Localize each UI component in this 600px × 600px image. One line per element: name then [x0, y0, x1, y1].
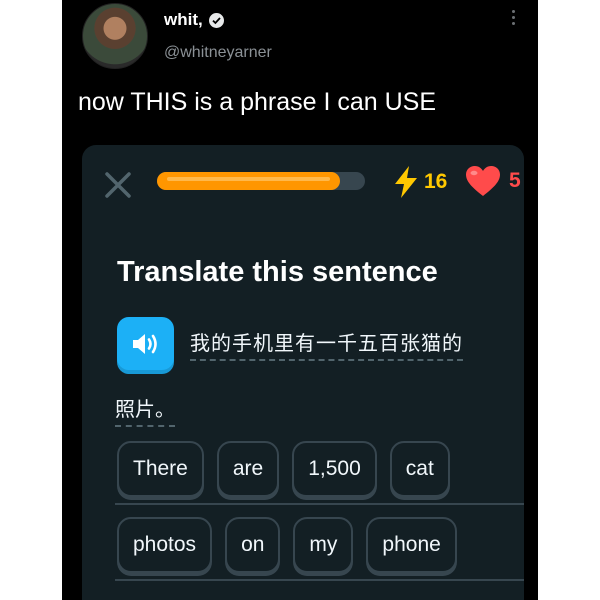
- word-chip[interactable]: phone: [366, 517, 457, 573]
- word-chip[interactable]: on: [225, 517, 281, 573]
- progress-bar-fill: [157, 172, 341, 190]
- user-handle[interactable]: @whitneyarner: [164, 44, 272, 62]
- streak-count: 16: [424, 170, 448, 193]
- heart-icon: [466, 166, 500, 196]
- word-chip[interactable]: 1,500: [292, 441, 377, 497]
- hearts-count: 5: [509, 169, 521, 192]
- answer-row-1: There are 1,500 cat: [115, 435, 524, 505]
- prompt-sentence-line1[interactable]: 我的手机里有一千五百张猫的: [190, 327, 463, 361]
- close-icon[interactable]: [100, 167, 136, 203]
- prompt-sentence-line2[interactable]: 照片。: [115, 393, 175, 427]
- word-chip[interactable]: are: [216, 441, 280, 497]
- word-chip[interactable]: photos: [117, 517, 213, 573]
- display-name[interactable]: whit,: [164, 10, 203, 30]
- word-chip[interactable]: cat: [389, 441, 450, 497]
- tweet-text: now THIS is a phrase I can USE: [78, 88, 437, 116]
- lightning-icon: [395, 166, 417, 198]
- streak-counter: 16: [392, 165, 447, 199]
- lesson-screenshot: 16 5 Translate this sentence 我的手机里有一千五百张…: [82, 145, 524, 600]
- more-options-icon[interactable]: [510, 10, 516, 25]
- answer-row-2: photos on my phone: [115, 511, 524, 581]
- verified-badge-icon: [208, 12, 224, 28]
- exercise-heading: Translate this sentence: [117, 256, 438, 288]
- word-chip[interactable]: my: [293, 517, 354, 573]
- speaker-icon: [132, 333, 157, 354]
- avatar[interactable]: [82, 3, 148, 69]
- tweet: whit, @whitneyarner now THIS is a phrase…: [62, 0, 538, 600]
- speaker-button[interactable]: [117, 317, 174, 370]
- display-name-row[interactable]: whit,: [164, 10, 224, 30]
- word-chip[interactable]: There: [117, 441, 204, 497]
- hearts-counter: 5: [465, 165, 521, 197]
